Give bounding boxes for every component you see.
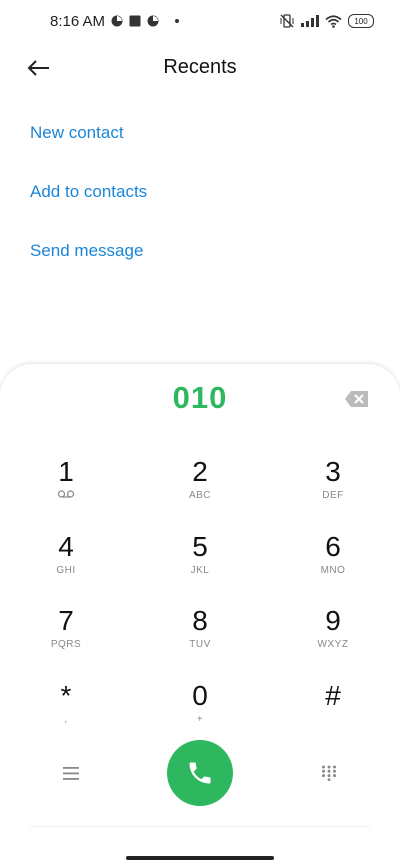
battery-icon: 100 [348,14,374,28]
wifi-icon [325,14,342,28]
key-letters: TUV [189,639,211,650]
dialpad-toggle-button[interactable] [314,758,344,788]
notification-pie-icon [111,15,123,27]
divider [30,826,370,827]
key-hash[interactable]: # [278,680,388,744]
dialpad-sheet: 010 1 2 ABC 3 DEF 4 GHI 5 JKL 6 MNO 7 PQ… [0,364,400,866]
key-digit: # [325,680,341,711]
key-digit: 9 [325,605,341,636]
key-1[interactable]: 1 [11,456,121,520]
new-contact-link[interactable]: New contact [30,110,147,169]
menu-button[interactable] [56,758,86,788]
key-digit: 3 [325,456,341,487]
key-digit: 0 [192,680,208,711]
backspace-icon [345,391,368,407]
status-system-icons: 100 [279,14,374,28]
page-title: Recents [163,56,237,78]
key-letters: MNO [320,565,346,576]
key-3[interactable]: 3 DEF [278,456,388,520]
send-message-link[interactable]: Send message [30,228,147,287]
key-star[interactable]: * , [11,680,121,744]
signal-icon [301,15,319,27]
key-letters: GHI [56,565,76,576]
hamburger-menu-icon [63,766,79,780]
key-6[interactable]: 6 MNO [278,531,388,595]
backspace-button[interactable] [344,390,370,408]
key-digit: 1 [58,456,74,487]
action-list: New contact Add to contacts Send message [30,110,147,287]
key-digit: 7 [58,605,74,636]
key-letters: + [196,714,204,725]
status-time: 8:16 AM [50,13,106,30]
key-digit: 6 [325,531,341,562]
notification-dot-icon [175,19,179,23]
dialpad-grid-icon [322,765,336,781]
notification-pie-icon-2 [147,15,159,27]
call-button[interactable] [167,740,233,806]
key-letters: WXYZ [317,639,349,650]
key-digit: 4 [58,531,74,562]
key-letters: PQRS [50,639,82,650]
key-digit: * [60,680,72,711]
notification-square-icon [129,15,141,27]
key-digit: 8 [192,605,208,636]
dialed-number: 010 [172,380,228,415]
key-0[interactable]: 0 + [145,680,255,744]
voicemail-icon [11,490,121,501]
status-bar: 8:16 AM 100 [0,0,400,44]
add-to-contacts-link[interactable]: Add to contacts [30,169,147,228]
key-letters: , [64,714,68,725]
vibrate-off-icon [280,14,294,28]
header: Recents [0,44,400,92]
home-indicator[interactable] [126,856,274,860]
key-9[interactable]: 9 WXYZ [278,605,388,669]
key-4[interactable]: 4 GHI [11,531,121,595]
key-digit: 2 [192,456,208,487]
key-letters: ABC [188,490,212,501]
key-letters: DEF [322,490,344,501]
status-notification-icons [111,15,179,27]
phone-icon [189,762,211,784]
key-2[interactable]: 2 ABC [145,456,255,520]
key-8[interactable]: 8 TUV [145,605,255,669]
key-5[interactable]: 5 JKL [145,531,255,595]
key-digit: 5 [192,531,208,562]
key-letters: JKL [190,565,210,576]
key-7[interactable]: 7 PQRS [11,605,121,669]
